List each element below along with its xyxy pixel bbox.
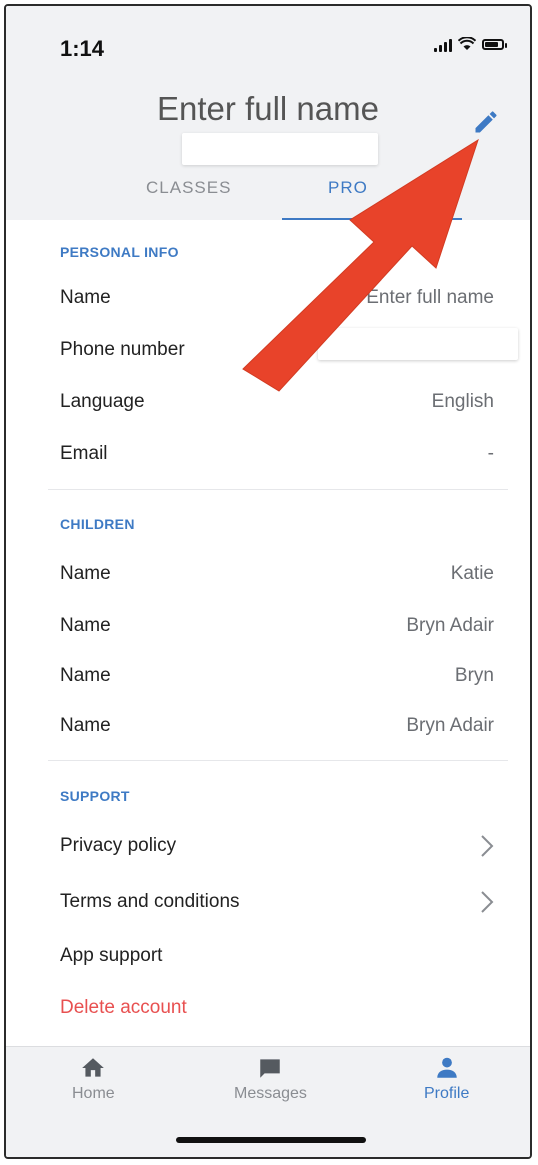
row-label: Delete account [60, 997, 187, 1018]
tab-label: Messages [234, 1085, 307, 1102]
chevron-right-icon [481, 835, 494, 857]
section-title-support: SUPPORT [60, 788, 130, 804]
status-time: 1:14 [60, 36, 105, 61]
divider [48, 489, 508, 490]
row-value: Bryn [454, 665, 494, 686]
row-value: English [431, 391, 494, 412]
section-title-children: CHILDREN [60, 516, 135, 532]
row-label: Email [60, 443, 108, 464]
row-child[interactable]: Name Bryn Adair [60, 706, 494, 746]
row-value: Enter full name [366, 287, 494, 308]
row-value: Katie [450, 563, 494, 584]
row-value: - [487, 443, 494, 464]
row-terms-and-conditions[interactable]: Terms and conditions [60, 882, 494, 922]
signal-icon [434, 36, 452, 52]
row-email[interactable]: Email - [60, 434, 494, 474]
status-icons [434, 36, 507, 52]
row-value: Bryn Adair [406, 615, 494, 636]
row-privacy-policy[interactable]: Privacy policy [60, 826, 494, 866]
row-label: Terms and conditions [60, 891, 240, 912]
row-child[interactable]: Name Bryn Adair [60, 606, 494, 646]
row-name[interactable]: Name Enter full name [60, 278, 494, 318]
chevron-right-icon [481, 891, 494, 913]
wifi-icon [458, 37, 476, 50]
tab-classes[interactable]: CLASSES [146, 178, 231, 198]
row-child[interactable]: Name Katie [60, 554, 494, 594]
row-child[interactable]: Name Bryn [60, 656, 494, 696]
phone-frame: 1:14 Enter full name CLASSES PRO PERSONA… [4, 4, 532, 1159]
row-language[interactable]: Language English [60, 382, 494, 422]
row-label: App support [60, 945, 163, 966]
person-icon [436, 1057, 457, 1078]
row-label: Phone number [60, 339, 185, 360]
home-indicator [176, 1137, 366, 1143]
row-value: Bryn Adair [406, 715, 494, 736]
row-app-support[interactable]: App support [60, 936, 494, 976]
divider [48, 760, 508, 761]
name-field[interactable] [182, 133, 378, 165]
tab-home[interactable]: Home [72, 1055, 115, 1103]
tab-label: Profile [424, 1085, 470, 1102]
row-label: Name [60, 287, 111, 308]
tab-indicator [282, 218, 462, 220]
message-icon [260, 1059, 281, 1078]
tab-profile-nav[interactable]: Profile [424, 1055, 469, 1103]
tab-label: Home [72, 1085, 115, 1102]
row-delete-account[interactable]: Delete account [60, 988, 494, 1028]
home-icon [82, 1058, 105, 1077]
row-label: Name [60, 665, 111, 686]
row-label: Name [60, 715, 111, 736]
profile-header: 1:14 Enter full name CLASSES PRO [6, 6, 530, 220]
tab-messages[interactable]: Messages [234, 1055, 307, 1103]
tab-profile[interactable]: PRO [328, 178, 368, 198]
battery-icon [482, 38, 507, 50]
edit-icon[interactable] [472, 108, 500, 136]
section-title-personal-info: PERSONAL INFO [60, 244, 179, 260]
row-label: Name [60, 615, 111, 636]
phone-number-field[interactable] [318, 328, 518, 360]
row-label: Name [60, 563, 111, 584]
profile-title: Enter full name [157, 90, 379, 127]
row-label: Language [60, 391, 145, 412]
row-label: Privacy policy [60, 835, 177, 856]
